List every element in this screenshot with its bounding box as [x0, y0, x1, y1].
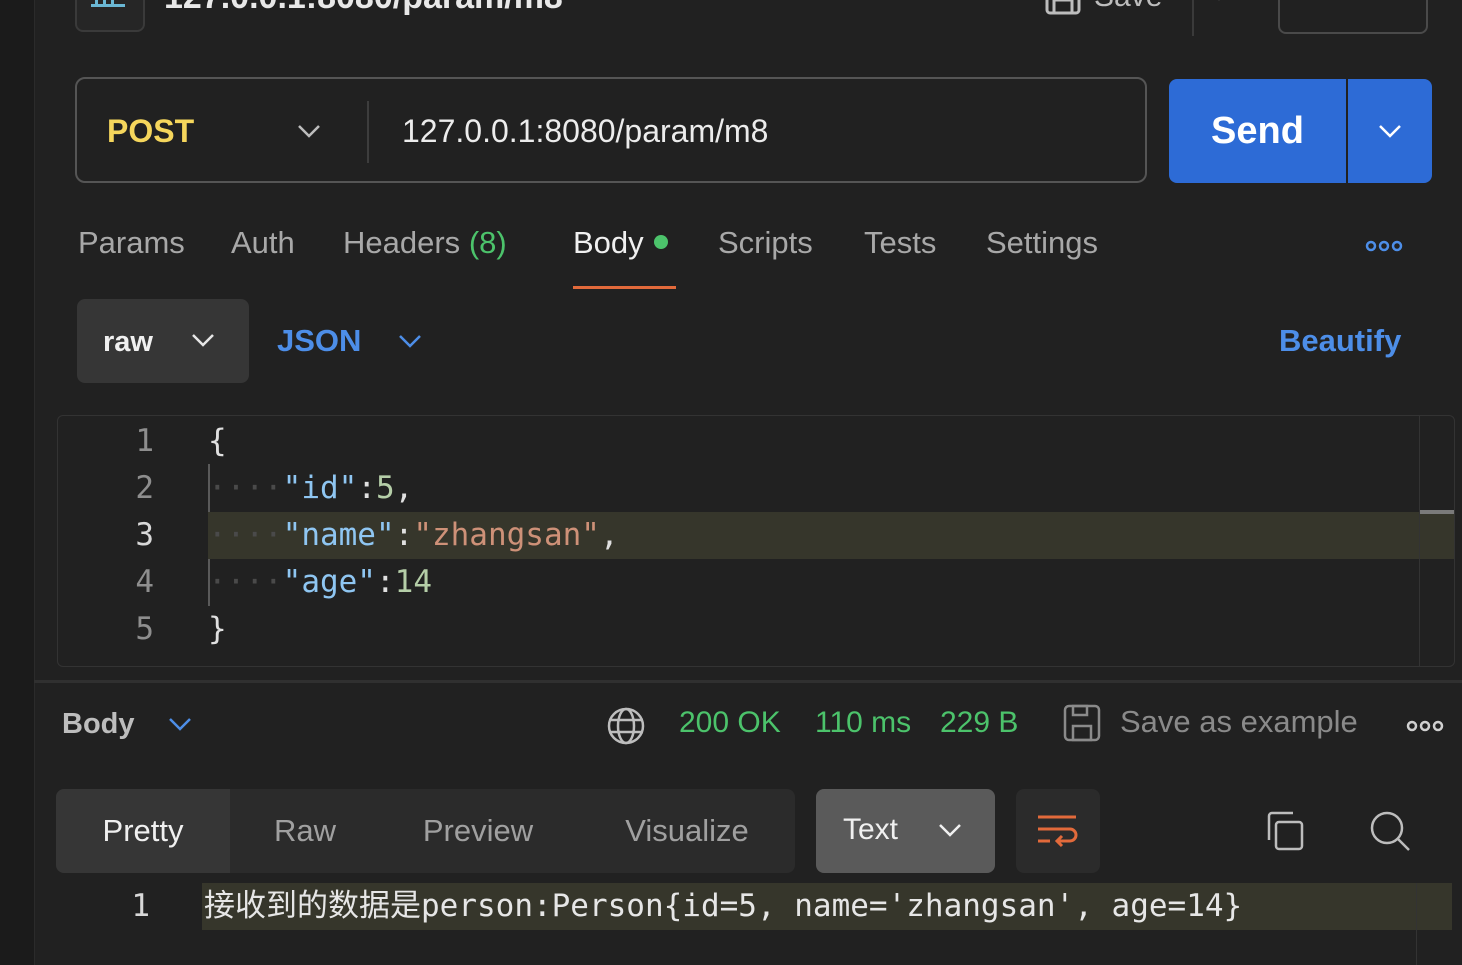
response-view-tabs: Pretty Raw Preview Visualize: [56, 789, 795, 873]
chevron-down-icon[interactable]: [168, 716, 192, 732]
tab-body-label: Body: [573, 225, 644, 260]
body-format-select[interactable]: JSON: [277, 323, 361, 359]
tab-headers[interactable]: Headers (8): [343, 225, 507, 261]
code-token: {: [208, 423, 227, 459]
search-icon[interactable]: [1369, 810, 1411, 852]
editor-line[interactable]: 5 }: [58, 606, 1454, 653]
more-options-icon[interactable]: [1406, 718, 1446, 734]
tab-settings[interactable]: Settings: [986, 225, 1098, 261]
code-text: }: [208, 606, 227, 653]
save-button[interactable]: Save: [1044, 0, 1162, 16]
save-label: Save: [1094, 0, 1162, 14]
view-tab-raw[interactable]: Raw: [230, 789, 380, 873]
body-modified-dot: [653, 234, 668, 249]
view-tab-visualize[interactable]: Visualize: [576, 789, 795, 873]
sidebar-strip: [0, 0, 35, 965]
editor-line[interactable]: 2 ····"id":5,: [58, 465, 1454, 512]
body-editor[interactable]: 1 { 2 ····"id":5, 3 ····"name":"zhangsan…: [57, 415, 1455, 667]
save-as-example-button[interactable]: Save as example: [1120, 704, 1358, 740]
save-divider: [1192, 0, 1194, 36]
line-number: 3: [135, 517, 154, 553]
content-type-label: Text: [843, 813, 899, 846]
headers-count-badge: (8): [468, 225, 507, 260]
response-body-select[interactable]: Body: [62, 708, 135, 741]
chevron-down-icon: [192, 334, 214, 347]
save-options-chevron-icon[interactable]: [1212, 0, 1226, 4]
tab-tests[interactable]: Tests: [864, 225, 936, 261]
url-bar: POST 127.0.0.1:8080/param/m8: [75, 77, 1147, 183]
code-text: {: [208, 418, 227, 465]
code-token: "name":"zhangsan",: [282, 517, 619, 553]
tab-headers-label: Headers: [343, 225, 461, 260]
editor-scrollbar-track[interactable]: [1419, 416, 1420, 666]
response-text: 接收到的数据是person:Person{id=5, name='zhangsa…: [204, 888, 1243, 924]
globe-icon[interactable]: [606, 706, 646, 746]
active-tab-indicator: [573, 286, 676, 289]
send-options-button[interactable]: [1348, 79, 1432, 183]
share-button[interactable]: Share: [1278, 0, 1428, 34]
response-output-line[interactable]: 1 接收到的数据是person:Person{id=5, name='zhang…: [0, 883, 1462, 930]
copy-icon[interactable]: [1265, 810, 1305, 852]
save-icon: [1045, 0, 1081, 15]
http-request-icon: [75, 0, 145, 32]
chevron-down-icon: [1379, 125, 1401, 138]
view-tab-preview[interactable]: Preview: [380, 789, 576, 873]
request-header: 127.0.0.1:8080/param/m8 Save Share: [34, 0, 1462, 40]
editor-line-highlighted[interactable]: 3 ····"name":"zhangsan",: [58, 512, 1454, 559]
response-status[interactable]: 200 OK: [679, 706, 781, 740]
line-number: 5: [135, 611, 154, 647]
view-tab-pretty[interactable]: Pretty: [56, 789, 230, 873]
content-type-select[interactable]: Text: [816, 789, 995, 873]
response-size[interactable]: 229 B: [940, 706, 1018, 740]
url-divider: [367, 101, 369, 163]
tab-params[interactable]: Params: [78, 225, 185, 261]
wrap-lines-icon: [1038, 815, 1078, 848]
line-number: 1: [135, 423, 154, 459]
request-title[interactable]: 127.0.0.1:8080/param/m8: [164, 0, 563, 17]
code-token: }: [208, 611, 227, 647]
code-text: ····"name":"zhangsan",: [208, 517, 619, 553]
chevron-down-icon[interactable]: [398, 333, 422, 349]
editor-line[interactable]: 1 {: [58, 418, 1454, 465]
body-mode-select[interactable]: raw: [77, 299, 249, 383]
response-resize-handle[interactable]: [34, 680, 1462, 683]
chevron-down-icon: [939, 824, 961, 837]
code-text: ····"id":5,: [208, 470, 414, 506]
body-mode-label: raw: [103, 326, 153, 358]
code-token: "id":5,: [282, 470, 414, 506]
code-token: "age":14: [282, 564, 432, 600]
save-icon[interactable]: [1062, 703, 1102, 743]
line-number: 4: [135, 564, 154, 600]
tab-auth[interactable]: Auth: [231, 225, 295, 261]
beautify-button[interactable]: Beautify: [1279, 323, 1401, 359]
chevron-down-icon[interactable]: [297, 123, 321, 139]
method-select[interactable]: POST: [107, 113, 194, 150]
send-button[interactable]: Send: [1169, 79, 1346, 183]
code-text: ····"age":14: [208, 564, 432, 600]
tab-scripts[interactable]: Scripts: [718, 225, 813, 261]
response-time[interactable]: 110 ms: [815, 706, 911, 740]
response-scrollbar-track[interactable]: [1416, 883, 1417, 965]
line-number: 2: [135, 470, 154, 506]
editor-line[interactable]: 4 ····"age":14: [58, 559, 1454, 606]
line-number: 1: [131, 888, 150, 924]
url-input[interactable]: 127.0.0.1:8080/param/m8: [402, 113, 768, 150]
editor-scrollbar-thumb[interactable]: [1420, 510, 1454, 514]
more-options-icon[interactable]: [1365, 238, 1405, 254]
wrap-lines-button[interactable]: [1016, 789, 1100, 873]
tab-body[interactable]: Body: [573, 225, 668, 261]
